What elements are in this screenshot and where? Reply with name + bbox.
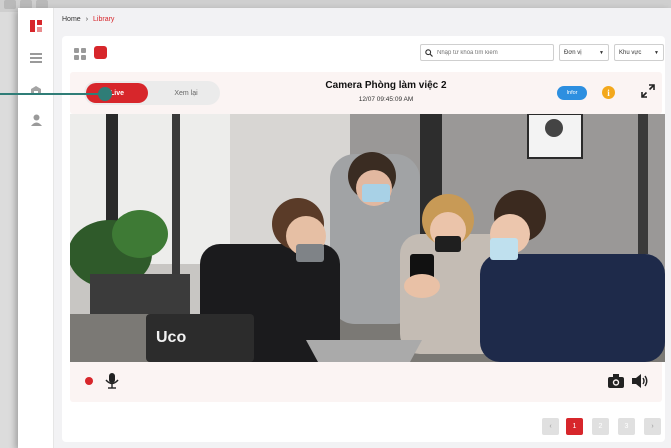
- building-icon[interactable]: [28, 82, 44, 98]
- infor-button[interactable]: Infor: [557, 86, 587, 100]
- logo-icon[interactable]: [28, 18, 44, 34]
- window-tab: [4, 0, 16, 9]
- breadcrumb-home[interactable]: Home: [62, 16, 81, 23]
- breadcrumb: Home › Library: [62, 16, 114, 23]
- pagination-page-2[interactable]: 2: [592, 418, 609, 435]
- breadcrumb-current[interactable]: Library: [93, 16, 114, 23]
- video-controls: [70, 362, 662, 402]
- search-input[interactable]: [437, 49, 547, 56]
- microphone-icon[interactable]: [105, 373, 119, 389]
- search-icon: [425, 48, 433, 57]
- search-box[interactable]: [420, 44, 554, 61]
- chevron-down-icon: ▼: [599, 49, 604, 56]
- record-icon[interactable]: [85, 377, 93, 385]
- pagination-prev[interactable]: ‹: [542, 418, 559, 435]
- camera-scene-image: Uco: [70, 114, 665, 362]
- camera-video-feed[interactable]: Uco: [70, 114, 665, 362]
- sidebar: [18, 8, 54, 448]
- single-view-icon[interactable]: [94, 46, 107, 59]
- unit-select-value: Đơn vị: [564, 49, 582, 56]
- toolbar: Đơn vị ▼ Khu vực ▼: [62, 36, 665, 70]
- volume-icon[interactable]: [632, 373, 650, 389]
- pagination-page-1[interactable]: 1: [566, 418, 583, 435]
- replay-tab[interactable]: Xem lại: [156, 83, 216, 103]
- area-select-value: Khu vực: [619, 49, 642, 56]
- camera-title: Camera Phòng làm việc 2: [325, 80, 447, 91]
- laptop-sticker-text: Uco: [156, 329, 186, 346]
- fullscreen-icon[interactable]: [640, 83, 656, 99]
- chevron-down-icon: ▼: [654, 49, 659, 56]
- annotation-pointer-dot: [98, 87, 112, 101]
- info-icon[interactable]: i: [602, 86, 615, 99]
- breadcrumb-separator: ›: [85, 16, 89, 23]
- pagination-page-3[interactable]: 3: [618, 418, 635, 435]
- unit-select[interactable]: Đơn vị ▼: [559, 44, 609, 61]
- pagination-next[interactable]: ›: [644, 418, 661, 435]
- screenshot-camera-icon[interactable]: [608, 374, 624, 388]
- app-window: Home › Library Đơn vị ▼ Khu vực ▼: [18, 8, 671, 448]
- area-select[interactable]: Khu vực ▼: [614, 44, 664, 61]
- user-icon[interactable]: [28, 112, 44, 128]
- grid-view-icon[interactable]: [74, 47, 86, 60]
- camera-panel: Đơn vị ▼ Khu vực ▼ Live Xem lại Camera P…: [62, 36, 665, 442]
- camera-header: Live Xem lại Camera Phòng làm việc 2 12/…: [70, 72, 662, 114]
- annotation-pointer-line: [0, 93, 106, 95]
- camera-timestamp: 12/07 09:45:09 AM: [358, 96, 414, 103]
- list-icon[interactable]: [28, 50, 44, 66]
